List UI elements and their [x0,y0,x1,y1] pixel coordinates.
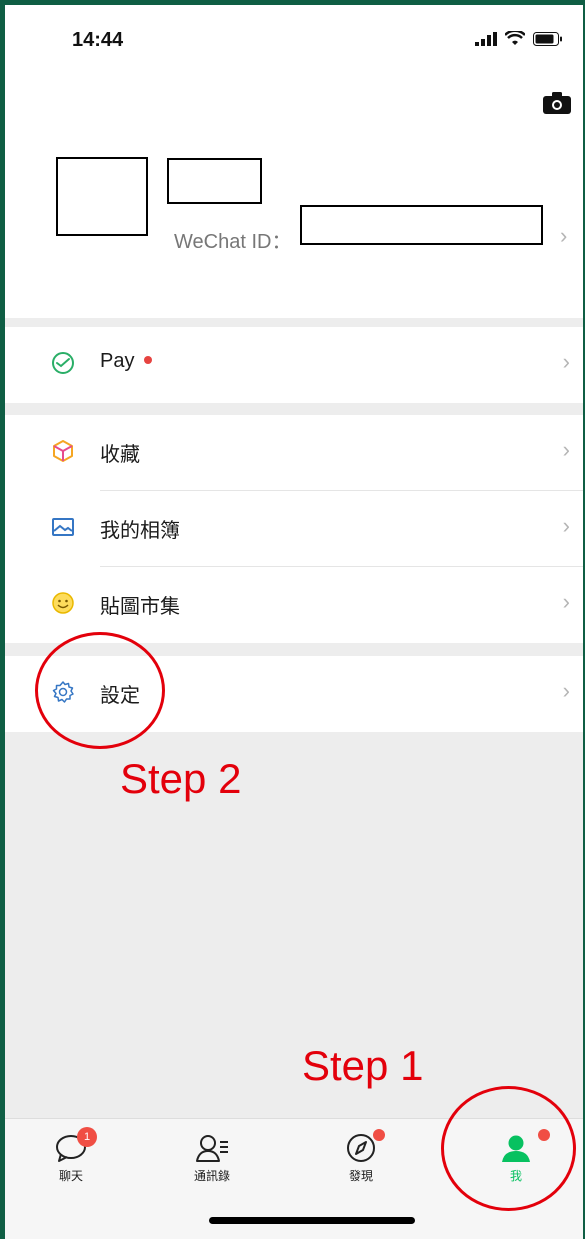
tab-label: 通訊錄 [193,1169,230,1183]
chevron-right-icon: › [562,678,570,703]
menu-item-label: 收藏 [100,444,140,466]
profile-header[interactable]: WeChat ID： › [5,75,583,318]
menu-item-label: 貼圖市集 [100,596,180,618]
status-icons [475,31,563,46]
profile-name [167,158,262,204]
menu-item-pay[interactable]: Pay › [5,327,583,403]
chevron-right-icon: › [560,223,568,248]
battery-icon [533,31,562,46]
chevron-right-icon: › [562,349,570,374]
home-indicator[interactable] [209,1217,415,1224]
status-time: 14:44 [72,29,124,51]
step1-highlight-circle [441,1086,576,1211]
wechat-id-label: WeChat ID： [174,231,292,253]
tab-contacts[interactable]: 通訊錄 [162,1133,262,1184]
step2-highlight-circle [35,632,165,749]
menu-item-label: 我的相簿 [100,520,180,542]
tab-label: 發現 [348,1169,373,1183]
menu-item-label: Pay [100,350,135,372]
signal-icon [475,31,497,46]
tab-discover[interactable]: 發現 [311,1129,411,1184]
step2-label: Step 2 [120,755,242,802]
wifi-icon [505,31,525,45]
album-icon [52,518,74,536]
pay-icon [52,352,74,374]
chevron-right-icon: › [562,437,570,462]
phone-screen: 14:44 WeChat ID： › Pay › 收藏 › 我的相簿 › 貼圖市… [5,5,583,1239]
smiley-icon [52,592,74,614]
camera-icon[interactable] [542,91,572,115]
notification-dot [373,1129,385,1141]
favorites-cube-icon [53,440,73,462]
unread-badge: 1 [77,1127,97,1147]
avatar[interactable] [56,157,148,236]
chevron-right-icon: › [562,513,570,538]
chevron-right-icon: › [562,589,570,614]
step1-label: Step 1 [302,1042,424,1089]
compass-icon [347,1134,375,1162]
tab-chats[interactable]: 聊天 1 [21,1127,121,1184]
menu-item-favorites[interactable]: 收藏 › [5,415,583,491]
notification-dot [144,355,153,364]
menu-item-album[interactable]: 我的相簿 › [5,491,583,567]
status-bar: 14:44 [5,5,583,75]
contacts-icon [196,1135,228,1162]
wechat-id-value [300,205,543,245]
tab-label: 聊天 [58,1169,83,1183]
